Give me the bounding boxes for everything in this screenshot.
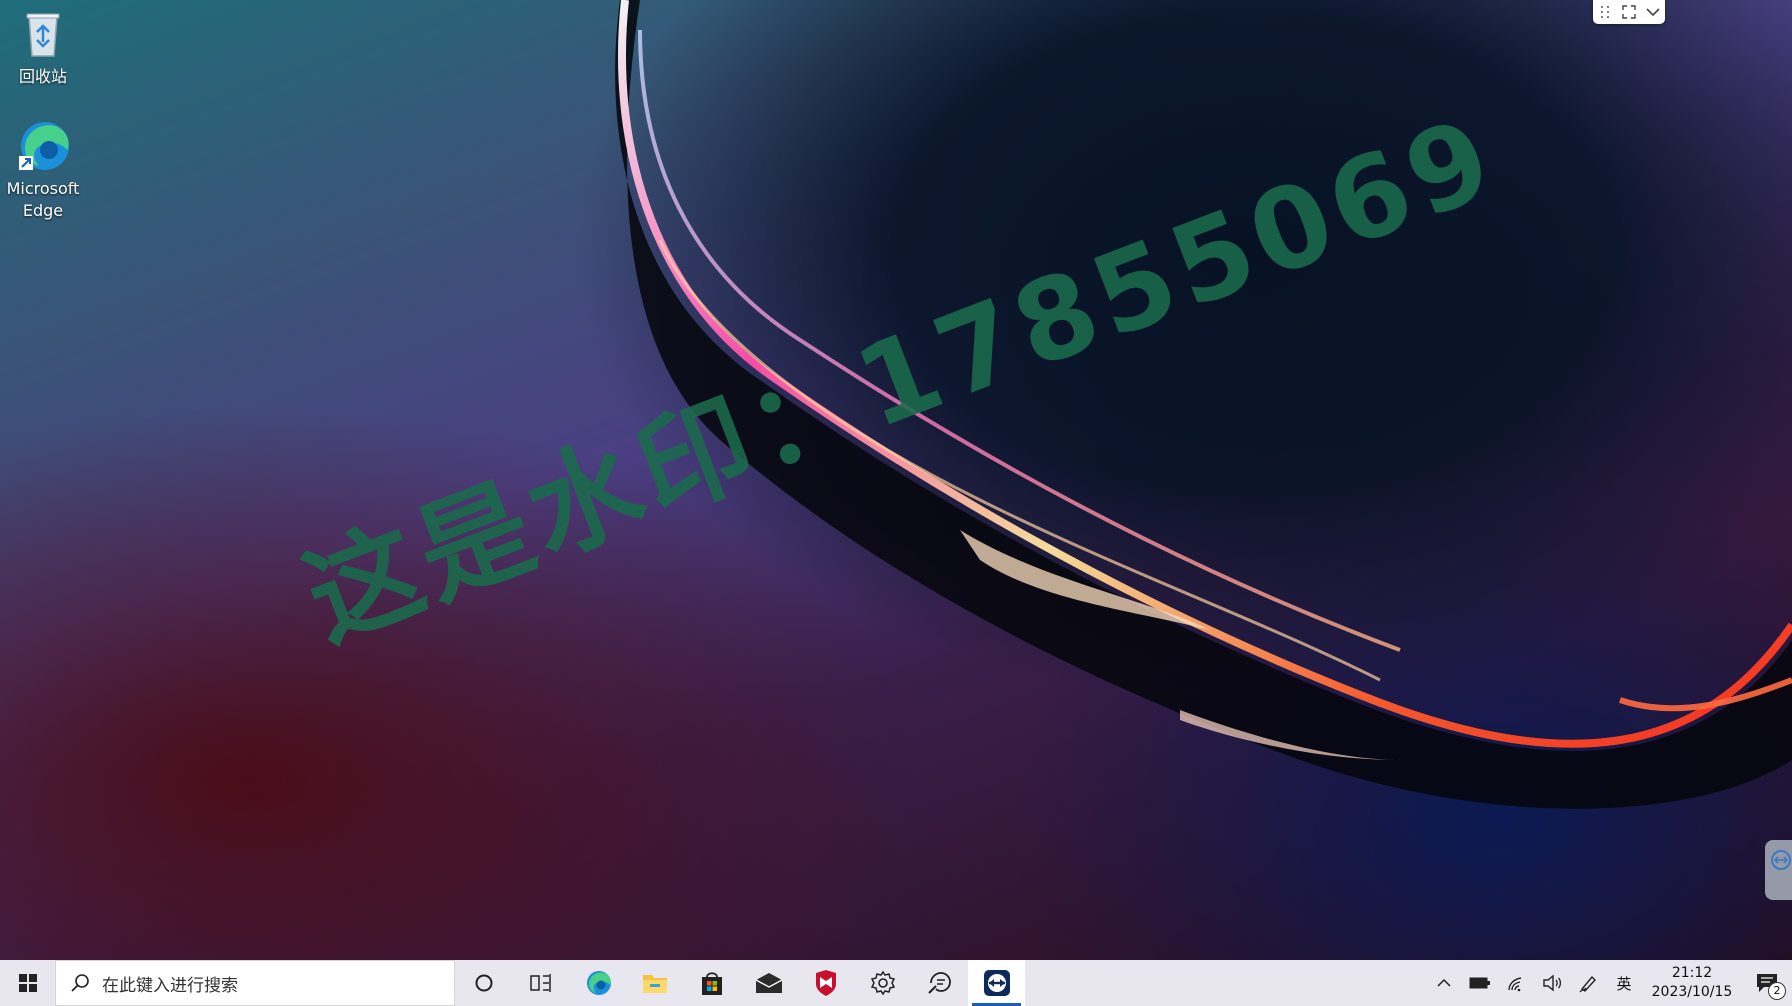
clock-date: 2023/10/15	[1651, 984, 1733, 1000]
action-center-button[interactable]: 2	[1742, 960, 1792, 1006]
wifi-icon	[1508, 977, 1522, 992]
taskbar-app-mcafee[interactable]	[797, 960, 854, 1006]
tray-clock[interactable]: 21:12 2023/10/15	[1642, 960, 1742, 1006]
clock-time: 21:12	[1671, 965, 1713, 981]
volume-icon	[1543, 974, 1562, 992]
task-view-icon	[529, 974, 551, 992]
drag-handle-icon[interactable]	[1597, 4, 1613, 20]
taskbar-search-box[interactable]: 在此键入进行搜索	[55, 960, 455, 1006]
wallpaper-wave	[615, 0, 1792, 809]
taskbar: 在此键入进行搜索 英 21:12 2023/10/15 2	[0, 960, 1792, 1006]
windows-logo-icon	[18, 974, 37, 992]
taskbar-task-view-button[interactable]	[512, 960, 569, 1006]
battery-icon	[1469, 977, 1490, 989]
recycle-bin-icon	[26, 13, 60, 57]
start-button[interactable]	[0, 960, 55, 1006]
input-method-indicator[interactable]: 英	[1606, 960, 1642, 1006]
chevron-down-icon[interactable]	[1645, 4, 1661, 20]
fullscreen-icon[interactable]	[1621, 4, 1637, 20]
edge-icon	[19, 122, 69, 170]
desktop-icon-edge[interactable]: Microsoft Edge	[0, 118, 86, 222]
chevron-up-icon	[1437, 978, 1451, 987]
tray-volume[interactable]	[1534, 960, 1570, 1006]
pen-icon	[1579, 975, 1596, 993]
tray-overflow-button[interactable]	[1426, 960, 1462, 1006]
teamviewer-side-icon	[1771, 850, 1791, 870]
store-bag-icon	[701, 972, 722, 995]
edge-icon	[586, 971, 611, 995]
desktop-icon-recycle-bin[interactable]: 回收站	[0, 6, 86, 88]
taskbar-app-teamviewer[interactable]	[968, 960, 1025, 1006]
desktop-icon-label: Microsoft Edge	[6, 179, 80, 220]
teamviewer-icon	[983, 970, 1010, 996]
folder-icon	[642, 975, 667, 993]
taskbar-app-edge[interactable]	[569, 960, 626, 1006]
taskbar-app-store[interactable]	[683, 960, 740, 1006]
cortana-circle-icon	[475, 974, 492, 992]
taskbar-app-feedback[interactable]	[911, 960, 968, 1006]
system-tray: 英 21:12 2023/10/15 2	[1426, 960, 1792, 1006]
taskbar-app-file-explorer[interactable]	[626, 960, 683, 1006]
search-icon	[71, 974, 89, 992]
notification-count-badge: 2	[1768, 982, 1786, 1000]
tray-network[interactable]	[1498, 960, 1534, 1006]
remote-session-toolbar	[1593, 0, 1665, 24]
desktop: 回收站 Microsoft Edge 这是水印：17855069	[0, 0, 1792, 960]
taskbar-app-mail[interactable]	[740, 960, 797, 1006]
taskbar-cortana-button[interactable]	[455, 960, 512, 1006]
teamviewer-side-tab[interactable]	[1765, 840, 1792, 900]
desktop-icon-label: 回收站	[18, 67, 67, 86]
taskbar-app-settings[interactable]	[854, 960, 911, 1006]
tray-battery[interactable]	[1462, 960, 1498, 1006]
tray-pen[interactable]	[1570, 960, 1606, 1006]
feedback-icon	[927, 972, 951, 994]
mcafee-shield-icon	[815, 970, 836, 996]
mail-icon	[755, 973, 782, 993]
gear-icon	[870, 970, 895, 996]
search-placeholder: 在此键入进行搜索	[102, 975, 238, 996]
